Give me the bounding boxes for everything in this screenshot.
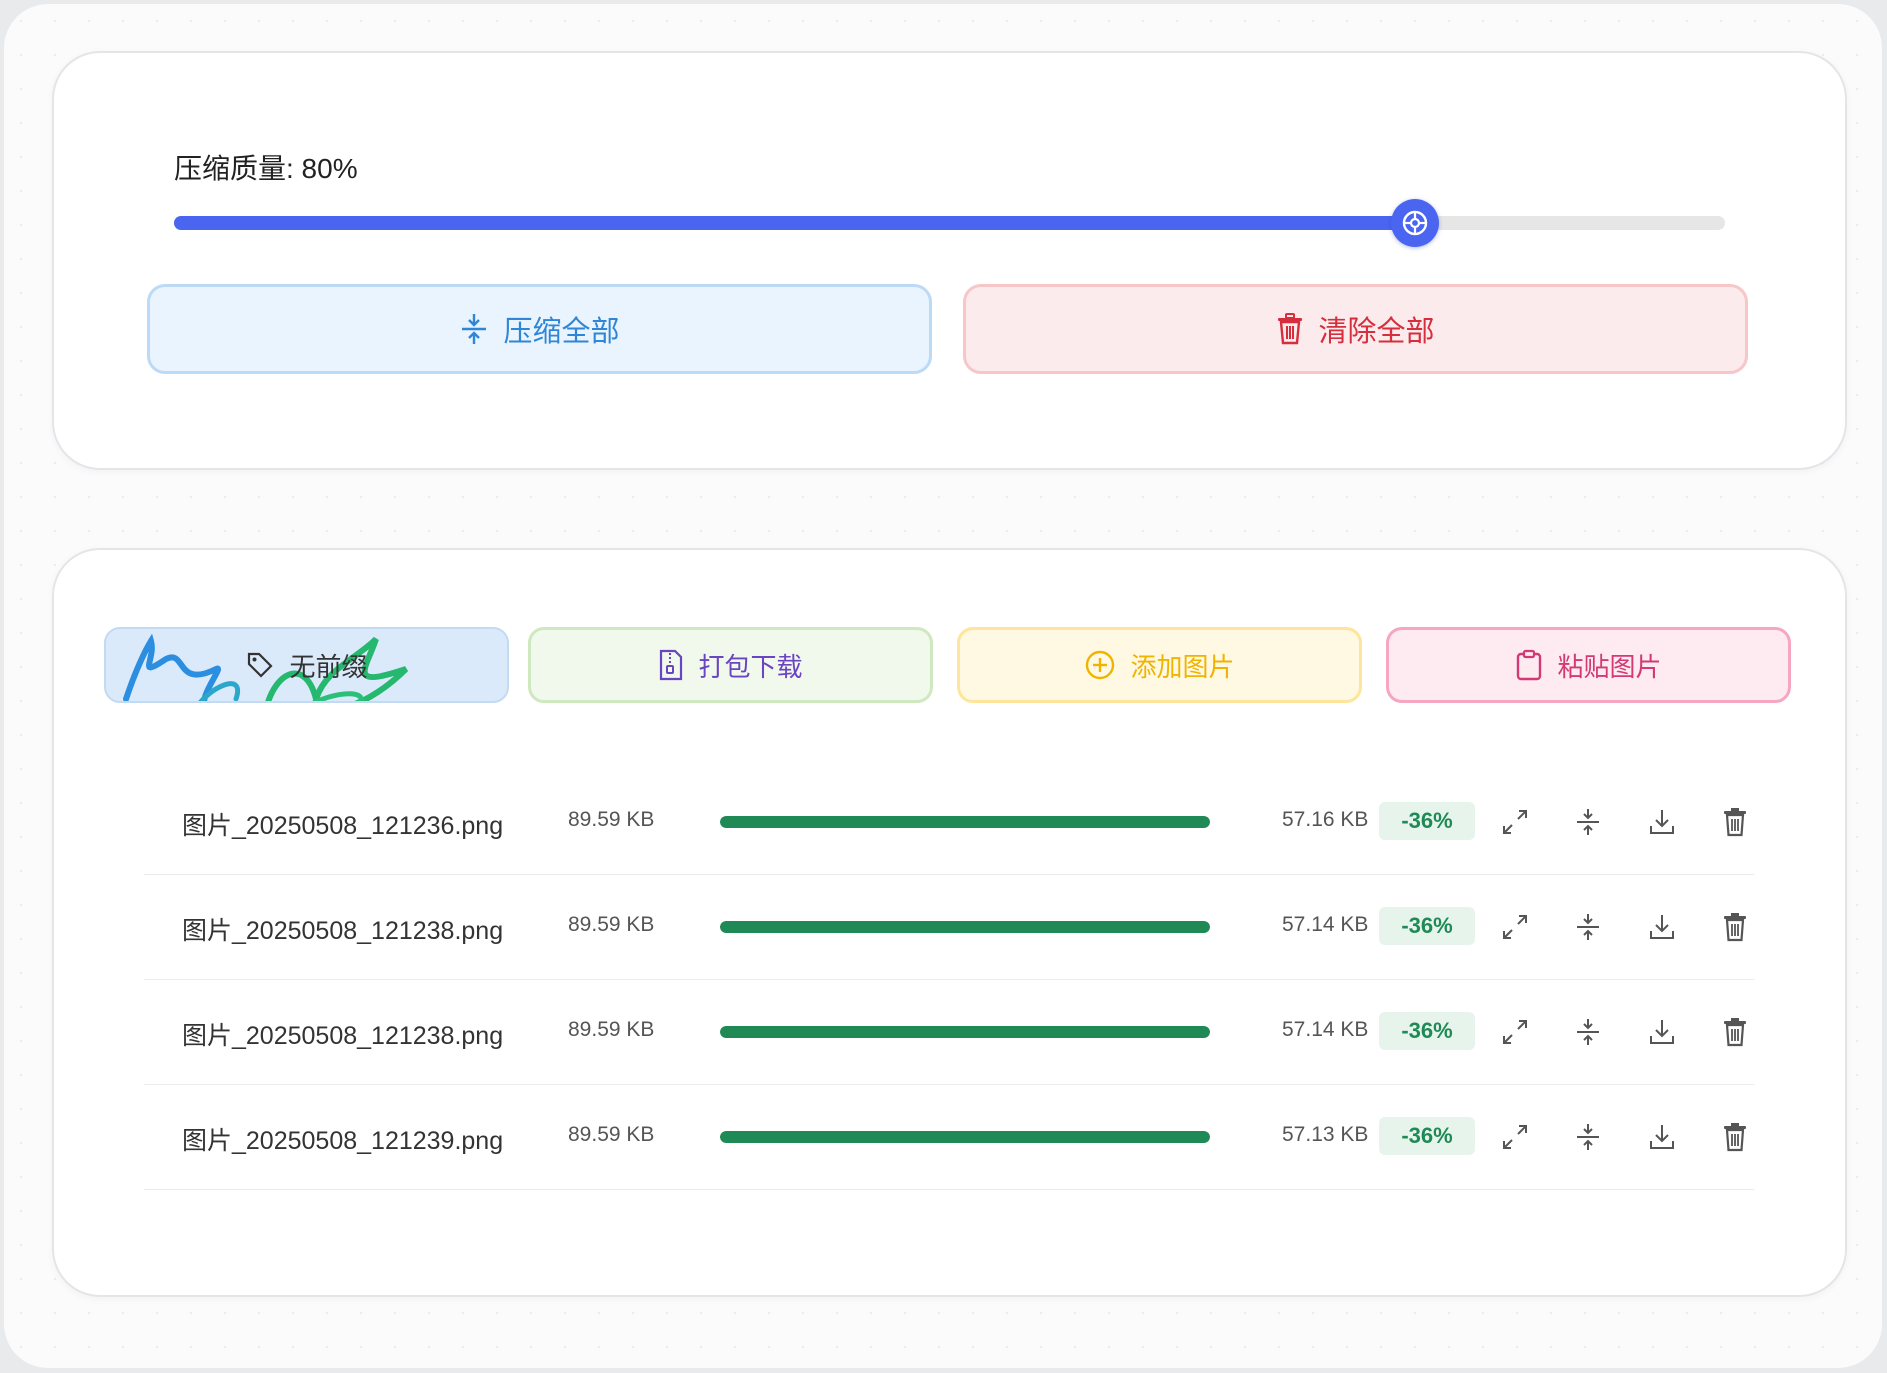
download-icon	[1650, 1020, 1674, 1044]
compress-button[interactable]	[1568, 1117, 1608, 1157]
add-images-button[interactable]: 添加图片	[957, 627, 1362, 703]
file-name: 图片_20250508_121236.png	[182, 812, 504, 840]
file-name: 图片_20250508_121239.png	[182, 1127, 504, 1155]
compress-button[interactable]	[1568, 1012, 1608, 1052]
reduction-badge: -36%	[1379, 1012, 1475, 1050]
files-card: 无前缀 打包下载 添加图片 粘贴图片 图片_20250508_121236.pn…	[52, 548, 1847, 1297]
plus-circle-icon	[1086, 650, 1115, 680]
file-row: 图片_20250508_121238.png 89.59 KB 57.14 KB…	[144, 875, 1754, 980]
delete-button[interactable]	[1715, 1012, 1755, 1052]
file-name: 图片_20250508_121238.png	[182, 1022, 504, 1050]
trash-icon	[1278, 313, 1303, 345]
slider-handle-icon	[1402, 210, 1427, 236]
download-icon	[1650, 1125, 1674, 1149]
file-row: 图片_20250508_121238.png 89.59 KB 57.14 KB…	[144, 980, 1754, 1085]
add-images-label: 添加图片	[1130, 651, 1235, 682]
clipboard-icon	[1517, 649, 1542, 681]
download-button[interactable]	[1642, 907, 1682, 947]
delete-button[interactable]	[1715, 1117, 1755, 1157]
compress-icon	[1577, 1124, 1599, 1150]
original-size: 89.59 KB	[568, 1123, 655, 1146]
download-button[interactable]	[1642, 802, 1682, 842]
original-size: 89.59 KB	[568, 808, 655, 831]
clear-all-button[interactable]: 清除全部	[963, 284, 1748, 374]
download-button[interactable]	[1642, 1012, 1682, 1052]
reduction-badge: -36%	[1379, 1117, 1475, 1155]
trash-icon	[1724, 1123, 1746, 1152]
compress-button[interactable]	[1568, 802, 1608, 842]
trash-icon	[1724, 1018, 1746, 1047]
download-icon	[1650, 810, 1674, 834]
no-prefix-toggle[interactable]: 无前缀	[104, 627, 509, 703]
delete-button[interactable]	[1715, 802, 1755, 842]
original-size: 89.59 KB	[568, 1018, 655, 1041]
compressed-size: 57.14 KB	[1282, 1018, 1369, 1041]
pack-download-button[interactable]: 打包下载	[528, 627, 933, 703]
expand-icon	[1503, 1020, 1527, 1044]
expand-icon	[1503, 810, 1527, 834]
compressed-size: 57.14 KB	[1282, 913, 1369, 936]
progress-bar-fill	[720, 1026, 1210, 1038]
expand-icon	[1503, 915, 1527, 939]
quality-slider-fill	[174, 216, 1415, 230]
progress-bar	[720, 816, 1210, 828]
zip-file-icon	[660, 649, 683, 681]
expand-icon	[1503, 1125, 1527, 1149]
trash-icon	[1724, 913, 1746, 942]
compressed-size: 57.13 KB	[1282, 1123, 1369, 1146]
download-button[interactable]	[1642, 1117, 1682, 1157]
no-prefix-label: 无前缀	[289, 651, 368, 682]
compress-button[interactable]	[1568, 907, 1608, 947]
progress-bar-fill	[720, 1131, 1210, 1143]
progress-bar	[720, 1131, 1210, 1143]
quality-slider[interactable]	[174, 199, 1725, 247]
progress-bar	[720, 921, 1210, 933]
delete-button[interactable]	[1715, 907, 1755, 947]
file-row: 图片_20250508_121239.png 89.59 KB 57.13 KB…	[144, 1085, 1754, 1190]
compress-icon	[1577, 809, 1599, 835]
progress-bar-fill	[720, 921, 1210, 933]
quality-label: 压缩质量: 80%	[174, 153, 358, 184]
file-list: 图片_20250508_121236.png 89.59 KB 57.16 KB…	[144, 770, 1754, 1190]
compress-all-button[interactable]: 压缩全部	[147, 284, 932, 374]
reduction-badge: -36%	[1379, 802, 1475, 840]
tag-icon	[248, 652, 274, 678]
file-row: 图片_20250508_121236.png 89.59 KB 57.16 KB…	[144, 770, 1754, 875]
settings-card: 压缩质量: 80% 压缩全部 清除全部	[52, 51, 1847, 470]
compress-icon	[1577, 914, 1599, 940]
preview-button[interactable]	[1495, 907, 1535, 947]
preview-button[interactable]	[1495, 802, 1535, 842]
paste-images-button[interactable]: 粘贴图片	[1386, 627, 1791, 703]
clear-all-label: 清除全部	[1318, 316, 1435, 348]
paste-images-label: 粘贴图片	[1557, 651, 1662, 682]
trash-icon	[1724, 808, 1746, 837]
quality-slider-thumb[interactable]	[1390, 199, 1439, 247]
preview-button[interactable]	[1495, 1117, 1535, 1157]
original-size: 89.59 KB	[568, 913, 655, 936]
preview-button[interactable]	[1495, 1012, 1535, 1052]
app-frame: 压缩质量: 80% 压缩全部 清除全部 无前缀 打包下载 添加图片 粘贴图片 图…	[4, 4, 1882, 1368]
progress-bar-fill	[720, 816, 1210, 828]
compress-icon	[462, 314, 487, 344]
download-icon	[1650, 915, 1674, 939]
progress-bar	[720, 1026, 1210, 1038]
pack-download-label: 打包下载	[698, 651, 803, 682]
compress-all-label: 压缩全部	[503, 316, 620, 348]
compressed-size: 57.16 KB	[1282, 808, 1369, 831]
file-name: 图片_20250508_121238.png	[182, 917, 504, 945]
reduction-badge: -36%	[1379, 907, 1475, 945]
compress-icon	[1577, 1019, 1599, 1045]
